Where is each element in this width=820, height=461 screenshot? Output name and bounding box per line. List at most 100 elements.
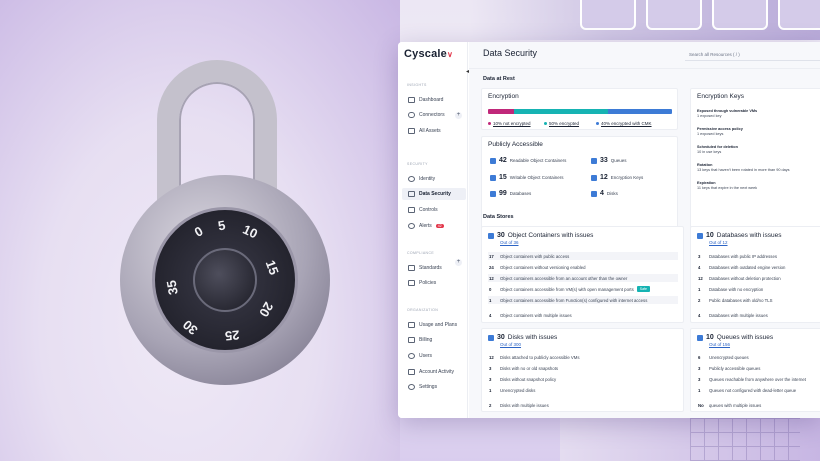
legend-encrypted[interactable]: 50% encrypted <box>544 121 579 126</box>
dial-center <box>193 248 257 312</box>
table-row[interactable]: 6 Unencrypted queues <box>697 353 749 361</box>
encryption-card: Encryption 10% not encrypted 50% encrypt… <box>481 88 678 130</box>
sidebar-item-users[interactable]: Users <box>402 350 466 362</box>
policy-icon <box>408 280 415 286</box>
legend-encrypted-cmk[interactable]: 40% encrypted with CMK <box>596 121 652 126</box>
table-row[interactable]: 3 Publicly accessible queues <box>697 364 760 372</box>
safe-badge: Safe <box>636 286 650 292</box>
combination-dial: 5 0 10 15 20 25 30 35 <box>152 207 298 353</box>
chart-icon <box>408 322 415 328</box>
container-icon <box>488 232 494 239</box>
ek-item-expiration[interactable]: Expiration 11 keys that expire in the nex… <box>697 181 757 191</box>
table-row[interactable]: 12 Disks attached to publicly accessible … <box>488 353 580 361</box>
table-row[interactable]: 4 Databases with multiple issues <box>697 311 768 319</box>
stat-readable-containers[interactable]: 42 Readable Object Containers <box>490 157 566 164</box>
sidebar-item-account-activity[interactable]: Account Activity <box>402 366 466 378</box>
sidebar-item-controls[interactable]: Controls <box>402 204 466 216</box>
bar-segment-encrypted <box>513 109 608 114</box>
ek-item-scheduled-deletion[interactable]: Scheduled for deletion 10 in use keys <box>697 145 738 155</box>
alerts-count-badge: 42 <box>435 224 444 228</box>
table-row[interactable]: 4 Databases with outdated engine version <box>697 263 785 271</box>
dial-number: 35 <box>163 279 181 296</box>
section-label-insights: INSIGHTS <box>407 83 427 87</box>
section-title-data-at-rest: Data at Rest <box>483 76 515 82</box>
table-row[interactable]: 24 Object containers without versioning e… <box>488 263 678 271</box>
queues-card: 10 Queues with issues Out of 156 6 Unencry… <box>690 328 820 412</box>
databases-out-of-link[interactable]: Out of 12 <box>709 240 728 245</box>
table-row[interactable]: 3 Queues reachable from anywhere over the… <box>697 375 806 383</box>
object-containers-out-of-link[interactable]: Out of 36 <box>500 240 519 245</box>
table-row[interactable]: 0 Object containers accessible from VM(s)… <box>488 285 678 293</box>
stat-encryption-keys[interactable]: 12 Encryption Keys <box>591 174 643 181</box>
ek-item-permissive-policy[interactable]: Permissive access policy 1 exposed keys <box>697 127 743 137</box>
table-row[interactable]: 2 Disks with multiple issues <box>488 401 549 409</box>
table-row[interactable]: 12 Databases without deletion protection <box>697 274 781 282</box>
publicly-accessible-title: Publicly Accessible <box>488 141 543 148</box>
table-row[interactable]: 1 Queues not configured with dead-letter … <box>697 386 796 394</box>
stat-databases[interactable]: 99 Databases <box>490 190 531 197</box>
dial-number: 5 <box>216 217 227 234</box>
table-row[interactable]: 1 Database with no encryption <box>697 285 763 293</box>
controls-icon <box>408 207 415 213</box>
ek-item-vulnerable-vms[interactable]: Exposed through vulnerable VMs 1 exposed … <box>697 109 757 119</box>
section-label-organization: ORGANIZATION <box>407 308 439 312</box>
table-row[interactable]: 3 Disks without snapshot policy <box>488 375 556 383</box>
eye-icon <box>408 176 415 182</box>
grid-paper-background <box>560 418 820 461</box>
stat-queues[interactable]: 33 Queues <box>591 157 627 164</box>
stat-writable-containers[interactable]: 15 Writable Object Containers <box>490 174 564 181</box>
table-row[interactable]: 1 Unencrypted disks <box>488 386 535 394</box>
sidebar: Cyscale∨ ◀ INSIGHTS Dashboard Connectors… <box>398 42 471 418</box>
sidebar-item-settings[interactable]: Settings <box>402 381 466 393</box>
stat-disks[interactable]: 4 Disks <box>591 190 618 197</box>
key-icon <box>591 174 597 181</box>
object-containers-card: 30 Object Containers with issues Out of 3… <box>481 226 684 323</box>
table-row[interactable]: 1 Object containers accessible from Funct… <box>488 296 678 304</box>
encryption-bar <box>488 109 672 114</box>
sidebar-item-data-security[interactable]: Data Security <box>402 188 466 200</box>
sidebar-item-billing[interactable]: Billing <box>402 334 466 346</box>
sidebar-item-dashboard[interactable]: Dashboard <box>402 94 466 106</box>
disk-icon <box>591 190 597 197</box>
table-row[interactable]: No queues with multiple issues <box>697 401 761 409</box>
table-row[interactable]: 17 Object containers with public access <box>488 252 678 260</box>
page-title: Data Security <box>483 48 538 58</box>
disks-title: 30 Disks with issues <box>488 334 557 341</box>
disk-icon <box>488 334 494 341</box>
search-input[interactable]: Search all Resources ( / ) <box>685 50 820 61</box>
encryption-title: Encryption <box>488 93 519 100</box>
sidebar-item-identity[interactable]: Identity <box>402 173 466 185</box>
dial-number: 0 <box>191 223 206 240</box>
bar-segment-encrypted-cmk <box>607 109 672 114</box>
disks-out-of-link[interactable]: Out of 300 <box>500 342 521 347</box>
databases-title: 10 Databases with issues <box>697 232 781 239</box>
table-row[interactable]: 2 Public databases with old/no TLS <box>697 296 772 304</box>
table-row[interactable]: 12 Object containers accessible from an a… <box>488 274 678 282</box>
queues-out-of-link[interactable]: Out of 156 <box>709 342 730 347</box>
disks-card: 30 Disks with issues Out of 300 12 Disks a… <box>481 328 684 412</box>
table-row[interactable]: 3 Disks with no or old snapshots <box>488 364 558 372</box>
database-icon <box>697 232 703 239</box>
sidebar-item-policies[interactable]: Policies <box>402 277 466 289</box>
sidebar-item-all-assets[interactable]: All Assets <box>402 125 466 137</box>
container-icon <box>490 174 496 181</box>
queue-icon <box>591 157 597 164</box>
table-row[interactable]: 3 Databases with public IP addresses <box>697 252 777 260</box>
keyboard-background <box>470 0 820 40</box>
ek-item-rotation[interactable]: Rotation 13 keys that haven't been rotate… <box>697 163 790 173</box>
layers-icon <box>408 128 415 134</box>
add-standard-button[interactable]: + <box>455 259 462 266</box>
monitor-icon <box>408 97 415 103</box>
table-row[interactable]: 4 Object containers with multiple issues <box>488 311 678 319</box>
add-connector-button[interactable]: + <box>455 112 462 119</box>
legend-not-encrypted[interactable]: 10% not encrypted <box>488 121 531 126</box>
object-containers-title: 30 Object Containers with issues <box>488 232 593 239</box>
card-icon <box>408 337 415 343</box>
sidebar-item-alerts[interactable]: Alerts 42 <box>402 220 466 232</box>
dial-number: 15 <box>262 258 282 277</box>
brand-logo[interactable]: Cyscale∨ <box>404 48 453 60</box>
databases-card: 10 Databases with issues Out of 12 3 Datab… <box>690 226 820 323</box>
sidebar-item-usage-and-plans[interactable]: Usage and Plans <box>402 319 466 331</box>
cloud-icon <box>408 112 415 118</box>
dial-number: 30 <box>179 317 201 338</box>
